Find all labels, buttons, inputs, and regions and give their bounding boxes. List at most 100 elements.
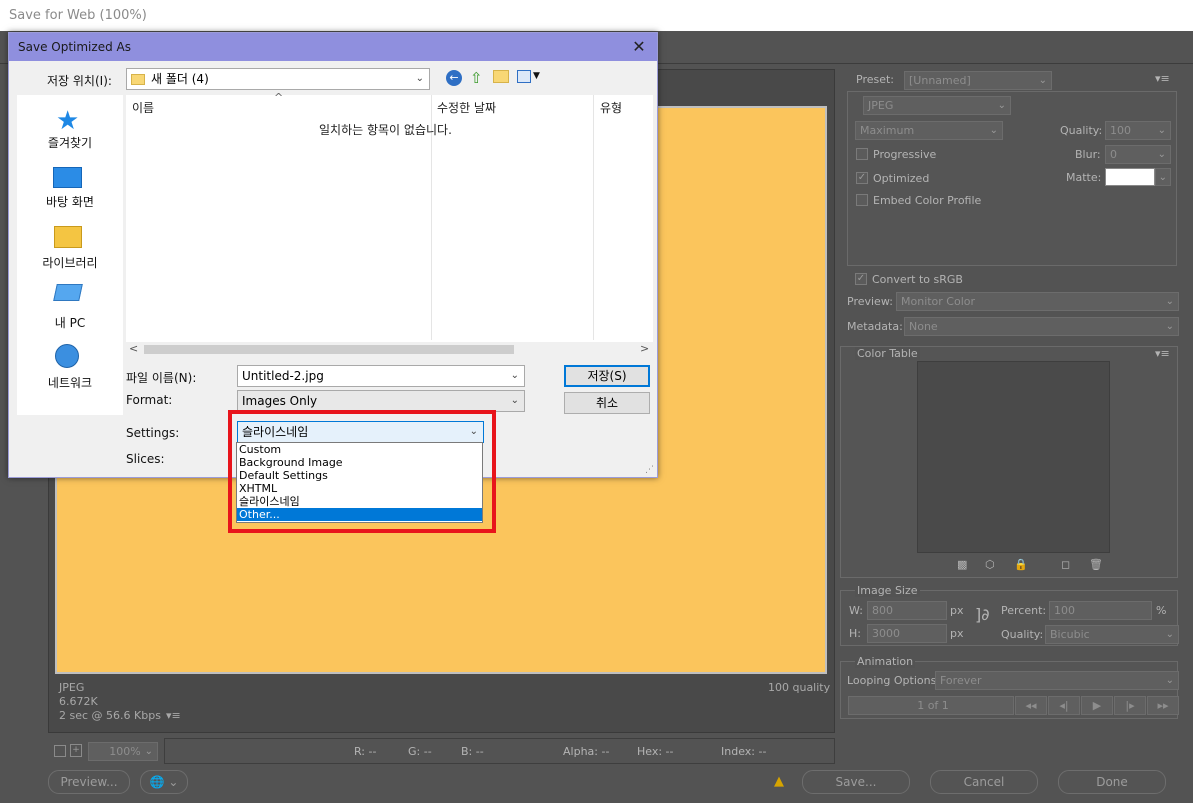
percent-input[interactable]: 100 — [1049, 601, 1152, 620]
zoom-out-button[interactable] — [54, 745, 66, 757]
quality-level-select[interactable]: Maximum ⌄ — [855, 121, 1003, 140]
chevron-down-icon: ⌄ — [1165, 675, 1174, 686]
cancel-button[interactable]: Cancel — [930, 770, 1038, 794]
scroll-left-icon[interactable]: < — [129, 342, 138, 355]
chevron-down-icon: ⌄ — [168, 775, 179, 789]
close-icon[interactable]: ✕ — [627, 33, 651, 61]
place-this-pc[interactable]: 내 PC — [17, 314, 123, 331]
preset-select[interactable]: [Unnamed] ⌄ — [904, 71, 1052, 90]
place-network[interactable]: 네트워크 — [17, 374, 123, 391]
save-button[interactable]: Save... — [802, 770, 910, 794]
preview-file-size: 6.672K — [59, 695, 98, 708]
embed-profile-checkbox[interactable] — [856, 194, 868, 206]
optimized-checkbox[interactable]: ✓ — [856, 172, 868, 184]
first-frame-icon[interactable]: ◂◂ — [1015, 696, 1047, 715]
metadata-value: None — [909, 320, 938, 333]
place-favorites[interactable]: 즐겨찾기 — [17, 134, 123, 151]
scrollbar-thumb[interactable] — [144, 345, 514, 354]
chevron-down-icon: ⌄ — [144, 746, 153, 757]
resample-quality-label: Quality: — [1001, 628, 1044, 641]
chevron-down-icon: ⌄ — [1165, 629, 1174, 640]
preview-download-time: 2 sec @ 56.6 Kbps — [59, 709, 161, 722]
height-input[interactable]: 3000 — [867, 624, 947, 643]
zoom-select[interactable]: 100% ⌄ — [88, 742, 158, 761]
done-button[interactable]: Done — [1058, 770, 1166, 794]
back-icon[interactable]: ← — [446, 70, 462, 86]
column-type[interactable]: 유형 — [600, 99, 622, 116]
matte-select[interactable]: ⌄ — [1155, 168, 1171, 186]
quality-input[interactable]: 100 ⌄ — [1105, 121, 1171, 140]
save-button[interactable]: 저장(S) — [564, 365, 650, 387]
width-label: W: — [849, 604, 863, 617]
percent-sign: % — [1156, 604, 1167, 617]
column-name[interactable]: 이름 — [132, 99, 154, 116]
map-transparent-icon[interactable]: ▩ — [957, 558, 967, 571]
save-in-select[interactable]: 새 폴더 (4) ⌄ — [126, 68, 430, 90]
file-format-value: JPEG — [868, 99, 894, 112]
constrain-proportions-icon[interactable]: ]∂ — [975, 605, 990, 624]
column-date-modified[interactable]: 수정한 날짜 — [437, 99, 496, 116]
sort-ascending-icon: ^ — [274, 91, 284, 104]
metadata-select[interactable]: None ⌄ — [904, 317, 1179, 336]
format-label: Format: — [126, 393, 173, 407]
preview-select[interactable]: Monitor Color ⌄ — [896, 292, 1179, 311]
format-select[interactable]: Images Only ⌄ — [237, 390, 525, 412]
zoom-in-button[interactable]: + — [70, 744, 82, 757]
preview-in-browser-button[interactable]: Preview... — [48, 770, 130, 794]
previous-frame-icon[interactable]: ◂| — [1048, 696, 1080, 715]
preset-label: Preset: — [856, 73, 895, 86]
place-desktop[interactable]: 바탕 화면 — [17, 193, 123, 210]
folder-icon — [131, 74, 145, 85]
image-size-label: Image Size — [855, 584, 920, 597]
chevron-down-icon[interactable]: ▼ — [533, 71, 540, 81]
horizontal-scrollbar[interactable]: < > — [126, 342, 653, 357]
chevron-down-icon: ⌄ — [1165, 296, 1174, 307]
percent-label: Percent: — [1001, 604, 1047, 617]
height-value: 3000 — [872, 627, 900, 640]
filename-label: 파일 이름(N): — [126, 371, 197, 385]
progressive-checkbox[interactable] — [856, 148, 868, 160]
filename-input[interactable]: Untitled-2.jpg ⌄ — [237, 365, 525, 387]
preview-label: Preview: — [847, 295, 893, 308]
web-shift-icon[interactable]: ⬡ — [985, 558, 995, 571]
new-folder-icon[interactable] — [493, 70, 509, 83]
chevron-down-icon: ⌄ — [415, 73, 424, 84]
browser-select-button[interactable]: 🌐 ⌄ — [140, 770, 188, 794]
cancel-button[interactable]: 취소 — [564, 392, 650, 414]
play-icon[interactable]: ▶ — [1081, 696, 1113, 715]
looping-select[interactable]: Forever ⌄ — [935, 671, 1179, 690]
metadata-label: Metadata: — [847, 320, 903, 333]
resample-quality-select[interactable]: Bicubic ⌄ — [1045, 625, 1179, 644]
optimized-label: Optimized — [873, 172, 930, 185]
blur-label: Blur: — [1075, 148, 1101, 161]
trash-icon[interactable]: 🗑 — [1089, 558, 1103, 571]
format-value: Images Only — [242, 394, 318, 408]
matte-color-swatch[interactable] — [1105, 168, 1155, 186]
chevron-down-icon: ⌄ — [1157, 125, 1166, 136]
preview-quality-note: 100 quality — [768, 681, 831, 694]
preset-menu-icon[interactable]: ▾≡ — [1155, 72, 1170, 85]
lock-icon[interactable]: 🔒 — [1014, 558, 1028, 571]
hex-readout: Hex: -- — [637, 745, 674, 758]
download-speed-menu-icon[interactable]: ▾≡ — [166, 709, 181, 722]
color-table-menu-icon[interactable]: ▾≡ — [1155, 347, 1170, 360]
resize-grip-icon[interactable]: ⋰ — [645, 465, 654, 475]
width-input[interactable]: 800 — [867, 601, 947, 620]
scroll-right-icon[interactable]: > — [640, 342, 649, 355]
color-table-grid — [917, 361, 1110, 553]
view-menu-icon[interactable] — [517, 70, 531, 83]
save-in-label: 저장 위치(I): — [47, 74, 112, 88]
chevron-down-icon: ⌄ — [510, 370, 519, 381]
file-format-select[interactable]: JPEG ⌄ — [863, 96, 1011, 115]
file-list[interactable]: 이름 ^ 수정한 날짜 유형 일치하는 항목이 없습니다. — [126, 91, 653, 356]
convert-srgb-checkbox[interactable]: ✓ — [855, 273, 867, 285]
quality-level-value: Maximum — [860, 124, 915, 137]
blur-input[interactable]: 0 ⌄ — [1105, 145, 1171, 164]
blur-value: 0 — [1110, 148, 1117, 161]
up-folder-icon[interactable]: ⇧ — [470, 69, 483, 87]
next-frame-icon[interactable]: |▸ — [1114, 696, 1146, 715]
last-frame-icon[interactable]: ▸▸ — [1147, 696, 1179, 715]
place-library[interactable]: 라이브러리 — [17, 254, 123, 271]
chevron-down-icon: ⌄ — [989, 125, 998, 136]
new-color-icon[interactable]: ◻ — [1061, 558, 1070, 571]
